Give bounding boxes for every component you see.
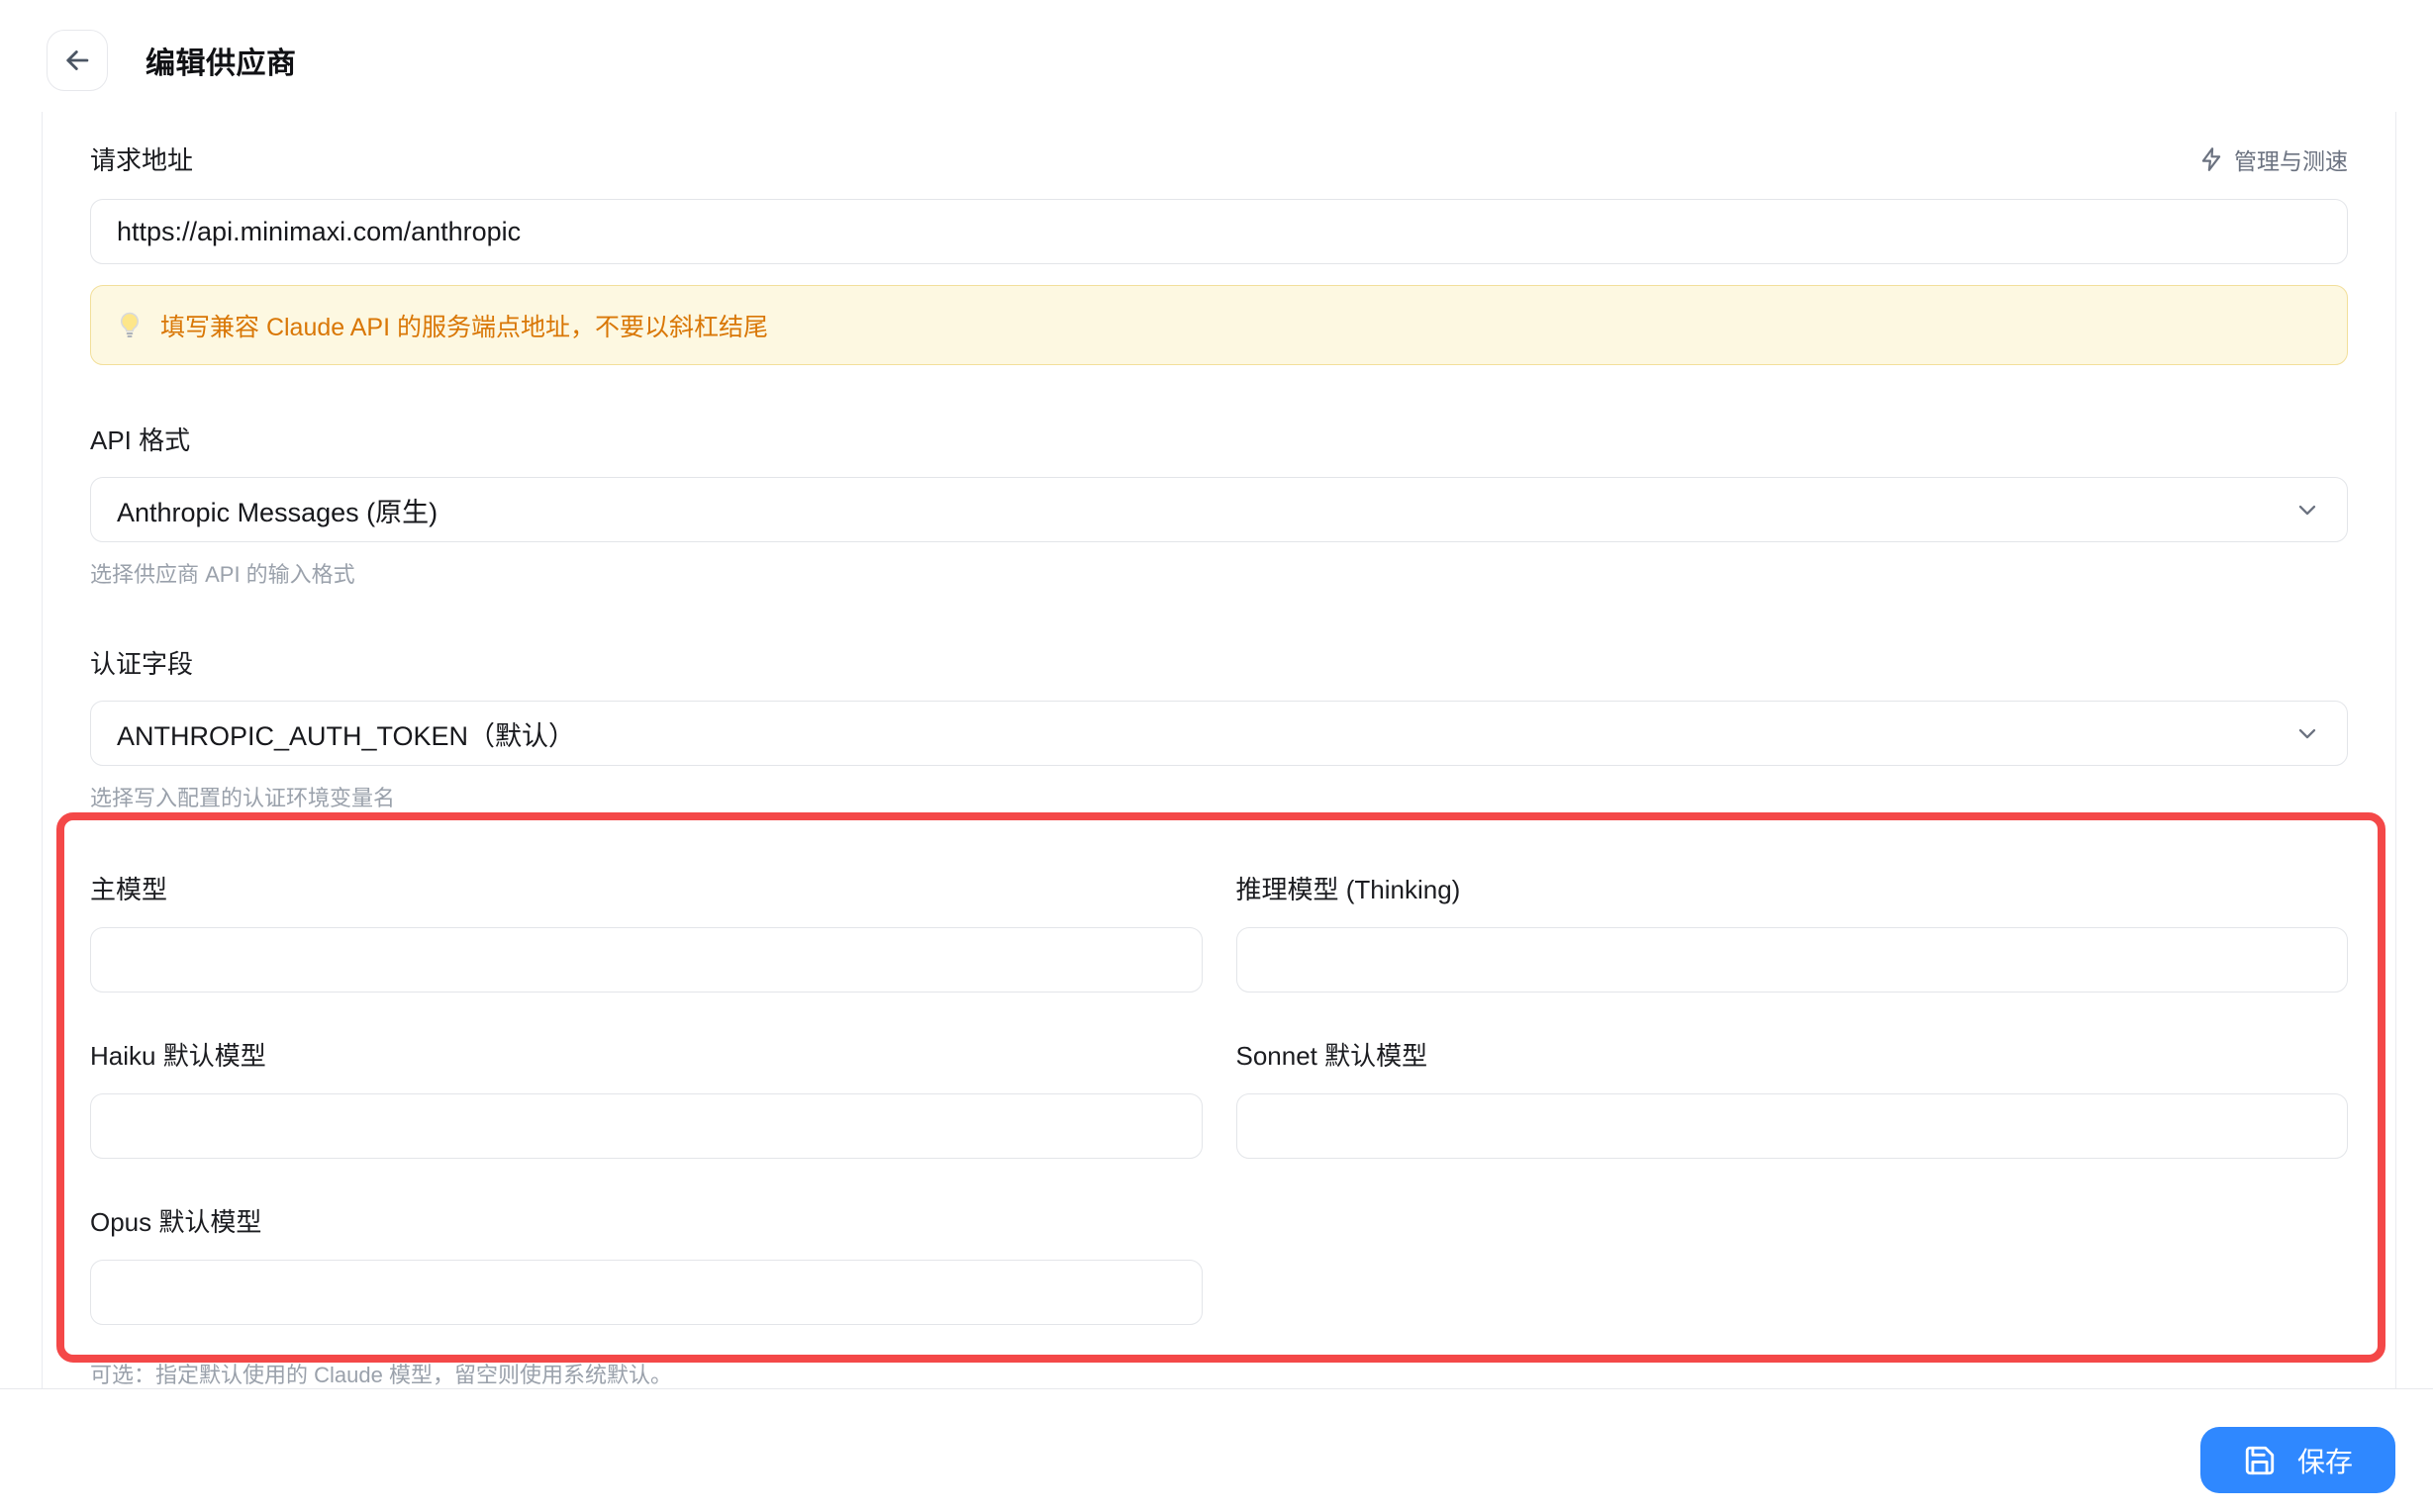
sonnet-model-field: Sonnet 默认模型 bbox=[1235, 1036, 2348, 1159]
lightning-icon bbox=[2198, 146, 2224, 172]
default-models-section: 主模型 推理模型 (Thinking) Haiku 默认模型 Sonnet 默认… bbox=[90, 870, 2348, 1325]
save-button[interactable]: 保存 bbox=[2199, 1427, 2395, 1493]
lightbulb-icon bbox=[115, 311, 145, 340]
opus-model-input[interactable] bbox=[90, 1260, 1203, 1325]
auth-field-select[interactable]: ANTHROPIC_AUTH_TOKEN（默认） bbox=[90, 701, 2348, 766]
opus-model-label: Opus 默认模型 bbox=[90, 1207, 262, 1237]
auth-field-label: 认证字段 bbox=[90, 649, 194, 679]
auth-field-value: ANTHROPIC_AUTH_TOKEN（默认） bbox=[117, 720, 576, 751]
thinking-model-input[interactable] bbox=[1235, 927, 2348, 992]
main-model-label: 主模型 bbox=[90, 875, 168, 904]
thinking-model-label: 推理模型 (Thinking) bbox=[1235, 875, 1461, 904]
models-helper-text: 可选：指定默认使用的 Claude 模型，留空则使用系统默认。 bbox=[90, 1363, 672, 1387]
request-url-input[interactable] bbox=[90, 199, 2348, 264]
main-model-input[interactable] bbox=[90, 927, 1203, 992]
sonnet-model-input[interactable] bbox=[1235, 1093, 2348, 1159]
edit-provider-form: 请求地址 管理与测速 填写兼容 Claude API 的服务端点地址，不要以斜杠… bbox=[42, 112, 2396, 1388]
floppy-disk-icon bbox=[2243, 1444, 2277, 1477]
request-url-label: 请求地址 bbox=[90, 145, 194, 175]
opus-model-field: Opus 默认模型 bbox=[90, 1202, 1203, 1325]
manage-speedtest-button[interactable]: 管理与测速 bbox=[2198, 142, 2348, 176]
api-format-helper: 选择供应商 API 的输入格式 bbox=[90, 562, 355, 587]
haiku-model-field: Haiku 默认模型 bbox=[90, 1036, 1203, 1159]
page-header: 编辑供应商 bbox=[0, 0, 2433, 111]
api-format-select[interactable]: Anthropic Messages (原生) bbox=[90, 477, 2348, 542]
main-model-field: 主模型 bbox=[90, 870, 1203, 992]
url-tip-banner: 填写兼容 Claude API 的服务端点地址，不要以斜杠结尾 bbox=[90, 285, 2348, 365]
haiku-model-label: Haiku 默认模型 bbox=[90, 1041, 266, 1071]
footer-bar: 保存 bbox=[0, 1388, 2433, 1512]
chevron-down-icon bbox=[2293, 719, 2321, 747]
arrow-left-icon bbox=[60, 44, 94, 77]
api-format-value: Anthropic Messages (原生) bbox=[117, 497, 438, 527]
thinking-model-field: 推理模型 (Thinking) bbox=[1235, 870, 2348, 992]
sonnet-model-label: Sonnet 默认模型 bbox=[1235, 1041, 1428, 1071]
url-tip-text: 填写兼容 Claude API 的服务端点地址，不要以斜杠结尾 bbox=[160, 313, 768, 341]
save-button-label: 保存 bbox=[2296, 1446, 2353, 1477]
chevron-down-icon bbox=[2293, 496, 2321, 523]
page-title: 编辑供应商 bbox=[146, 47, 297, 80]
back-button[interactable] bbox=[47, 29, 108, 91]
auth-field-helper: 选择写入配置的认证环境变量名 bbox=[90, 786, 396, 810]
haiku-model-input[interactable] bbox=[90, 1093, 1203, 1159]
api-format-label: API 格式 bbox=[90, 425, 191, 455]
manage-speedtest-label: 管理与测速 bbox=[2234, 147, 2348, 174]
